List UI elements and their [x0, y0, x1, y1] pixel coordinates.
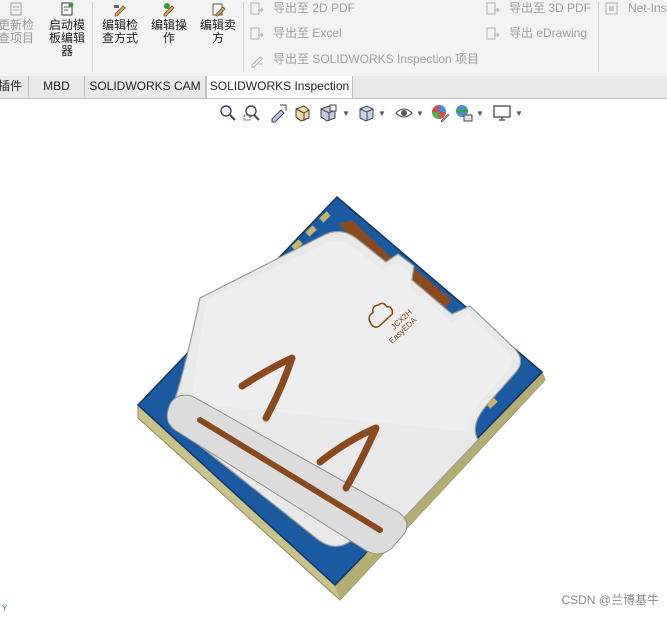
edit-inspection-icon — [114, 5, 126, 17]
tab-mbd-label: MBD — [43, 79, 70, 93]
edit-inspection-method-button[interactable]: 编辑检查方式 — [98, 0, 142, 45]
update-items-icon — [10, 2, 22, 16]
hide-show-dropdown[interactable]: ▼ — [416, 109, 424, 118]
section-view-icon[interactable] — [292, 103, 312, 123]
net-inspect-label: Net-Ins — [628, 1, 667, 15]
heads-up-view-toolbar: ▼ ▼ ▼ ▼ ▼ — [218, 103, 568, 125]
tab-solidworks-inspection[interactable]: SOLIDWORKS Inspection — [206, 76, 353, 98]
export-2d-pdf-icon — [250, 2, 264, 15]
start-template-editor-label: 启动模板编辑器 — [48, 18, 85, 58]
display-style-icon[interactable] — [356, 103, 376, 123]
export-3d-pdf-label: 导出至 3D PDF — [509, 1, 592, 15]
edit-appearance-icon[interactable] — [430, 103, 450, 123]
edit-operation-icon — [163, 3, 175, 17]
edit-inspection-method-label: 编辑检查方式 — [101, 18, 138, 45]
export-inspection-project-icon — [251, 56, 263, 68]
ribbon-separator — [598, 2, 599, 72]
usb-c-connector-model: JCX2H EasyEDA — [136, 195, 546, 601]
ribbon-separator — [92, 2, 93, 72]
edit-vendor-icon — [212, 3, 226, 17]
apply-scene-icon[interactable] — [454, 103, 474, 123]
view-settings-icon[interactable] — [492, 103, 512, 123]
command-manager-tabs: 插件 MBD SOLIDWORKS CAM SOLIDWORKS Inspect… — [0, 76, 667, 99]
edit-vendor-button[interactable]: 编辑卖方 — [196, 0, 240, 45]
export-edrawing-icon — [486, 27, 500, 40]
view-settings-dropdown[interactable]: ▼ — [515, 109, 523, 118]
export-excel-button[interactable]: 导出至 Excel — [249, 24, 342, 42]
zoom-to-area-icon[interactable] — [242, 103, 262, 123]
zoom-to-fit-icon[interactable] — [218, 103, 238, 123]
view-orientation-dropdown[interactable]: ▼ — [342, 109, 350, 118]
export-2d-pdf-label: 导出至 2D PDF — [273, 1, 356, 15]
export-excel-label: 导出至 Excel — [273, 26, 342, 40]
update-items-button[interactable]: 更新检查项目 — [0, 0, 38, 45]
export-3d-pdf-icon — [486, 2, 500, 15]
net-inspect-button[interactable]: Net-Ins — [604, 0, 667, 17]
graphics-viewport[interactable]: JCX2H EasyEDA Y CSDN @兰博基牛 — [0, 99, 667, 614]
ribbon-separator — [243, 2, 244, 72]
export-inspection-project-button[interactable]: 导出至 SOLIDWORKS Inspection 项目 — [249, 50, 479, 68]
tab-solidworks-cam[interactable]: SOLIDWORKS CAM — [85, 76, 206, 97]
tab-solidworks-inspection-label: SOLIDWORKS Inspection — [209, 79, 350, 93]
reference-triad: Y — [2, 604, 7, 613]
export-edrawing-label: 导出 eDrawing — [509, 26, 588, 40]
triad-y-label: Y — [2, 604, 8, 613]
tab-mbd[interactable]: MBD — [29, 76, 85, 97]
export-3d-pdf-button[interactable]: 导出至 3D PDF — [485, 0, 591, 17]
net-inspect-icon — [605, 2, 618, 15]
template-editor-icon — [61, 2, 74, 16]
shell-top-face — [192, 240, 512, 432]
edit-operation-label: 编辑操作 — [150, 18, 187, 45]
display-style-dropdown[interactable]: ▼ — [378, 109, 386, 118]
dynamic-annotation-icon[interactable] — [318, 103, 338, 123]
edit-operation-button[interactable]: 编辑操作 — [147, 0, 191, 45]
command-ribbon: 更新检查项目 启动模板编辑器 编辑检查方式 编辑操作 编辑卖方 导出至 2D P… — [0, 0, 667, 77]
tab-addins-label: 插件 — [0, 79, 23, 93]
tab-solidworks-cam-label: SOLIDWORKS CAM — [89, 79, 201, 93]
hide-show-items-icon[interactable] — [394, 103, 414, 123]
apply-scene-dropdown[interactable]: ▼ — [476, 109, 484, 118]
start-template-editor-button[interactable]: 启动模板编辑器 — [46, 0, 88, 58]
tab-addins[interactable]: 插件 — [0, 76, 29, 97]
update-items-label: 更新检查项目 — [0, 18, 34, 45]
edit-vendor-label: 编辑卖方 — [199, 18, 236, 45]
previous-view-icon[interactable] — [268, 103, 288, 123]
export-edrawing-button[interactable]: 导出 eDrawing — [485, 24, 587, 42]
export-excel-icon — [250, 27, 264, 40]
export-2d-pdf-button[interactable]: 导出至 2D PDF — [249, 0, 355, 17]
watermark: CSDN @兰博基牛 — [561, 593, 659, 607]
export-inspection-project-label: 导出至 SOLIDWORKS Inspection 项目 — [273, 52, 480, 66]
